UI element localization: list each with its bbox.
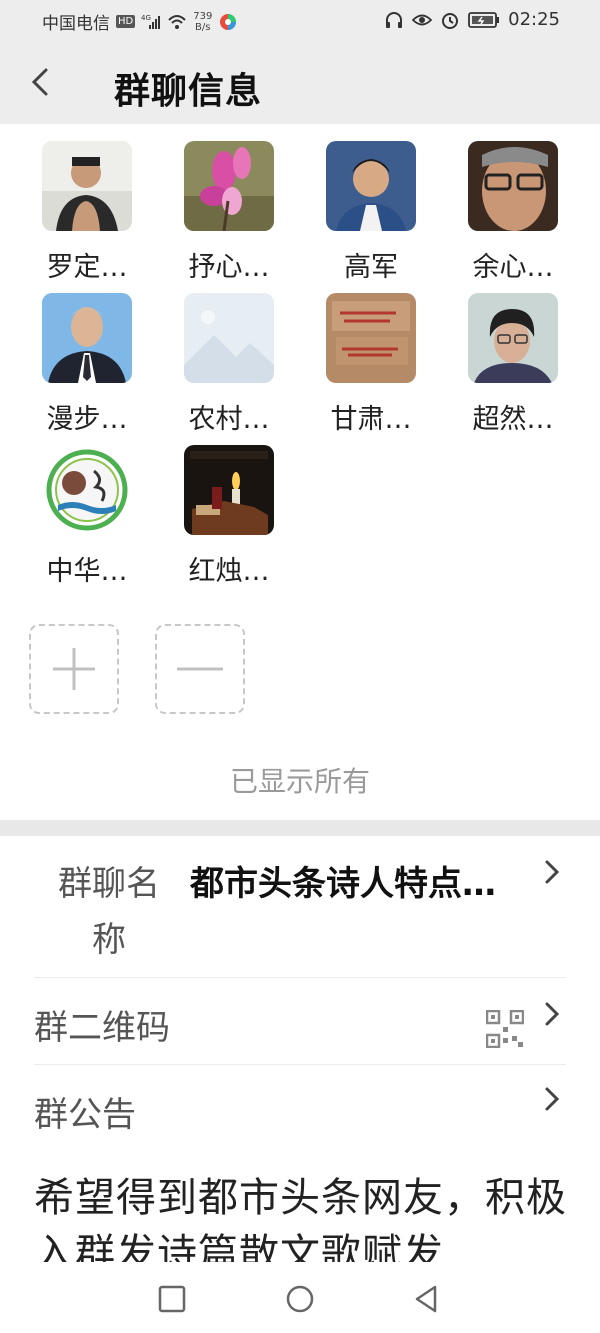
status-left: 中国电信 HD 4G 739 B/s [42,9,238,34]
avatar [42,293,132,383]
member-item[interactable]: 红烛… [174,445,284,588]
member-name: 高军 [344,252,398,283]
calligraphy-photo-icon [326,293,416,383]
member-name: 中华… [46,556,128,587]
member-name: 超然… [472,404,554,435]
chevron-right-icon [545,860,560,884]
net-speed-unit: B/s [195,21,211,33]
headphones-icon [386,11,403,28]
app-notification-icon [220,13,237,30]
member-name: 甘肃… [330,404,412,435]
avatar [184,293,274,383]
member-name: 农村… [188,404,270,435]
avatar [42,445,132,535]
member-item[interactable]: 漫步… [32,293,142,436]
status-right: 02:25 [384,9,560,30]
member-name: 罗定… [46,252,128,283]
man-glasses-photo-icon [468,141,558,231]
clock: 02:25 [508,9,560,30]
add-member-button[interactable] [29,624,119,714]
member-name: 红烛… [188,556,270,587]
member-item[interactable]: 甘肃… [316,293,426,436]
qr-code-icon [486,1010,524,1048]
net-speed-value: 739 [193,10,213,22]
eye-icon [412,14,433,25]
recent-apps-button[interactable] [157,1284,187,1314]
member-item[interactable]: 高军 [316,141,426,284]
alarm-icon [442,12,459,29]
avatar [326,293,416,383]
chevron-left-icon [31,68,48,96]
home-button[interactable] [285,1284,315,1314]
member-name: 抒心… [188,252,270,283]
member-name: 漫步… [46,404,128,435]
signal-icon: 4G [141,14,161,29]
woman-glasses-photo-icon [468,293,558,383]
carrier-label: 中国电信 [42,14,110,34]
group-name-value: 都市头条诗人特点… [190,864,496,904]
battery-icon [468,11,500,28]
member-grid: 罗定… 抒心… 高军 余心… 漫步… 农村… 甘肃… 超然… 中华… 红烛… 已… [0,124,600,820]
avatar [184,445,274,535]
avatar [184,141,274,231]
member-item[interactable]: 农村… [174,293,284,436]
net-speed: 739 B/s [193,11,212,33]
chevron-right-icon [545,1002,560,1026]
member-name: 余心… [472,252,554,283]
plus-icon [53,648,95,690]
man-suit-photo-icon [42,293,132,383]
group-notice-row[interactable]: 群公告 [0,1065,600,1155]
member-item[interactable]: 抒心… [174,141,284,284]
group-qr-label: 群二维码 [34,1008,170,1048]
candle-photo-icon [184,445,274,535]
svg-text:4G: 4G [141,14,151,22]
hd-badge: HD [116,15,136,28]
avatar [468,141,558,231]
young-man-photo-icon [326,141,416,231]
magnolia-photo-icon [184,141,274,231]
placeholder-image-icon [184,293,274,383]
avatar [468,293,558,383]
section-divider [0,820,600,836]
nav-back-button[interactable] [411,1284,441,1314]
remove-member-button[interactable] [155,624,245,714]
show-all-hint: 已显示所有 [229,765,370,798]
member-item[interactable]: 余心… [458,141,568,284]
wifi-icon [168,14,186,29]
page-title: 群聊信息 [114,71,263,112]
group-name-row[interactable]: 群聊名称 都市头条诗人特点… [0,836,600,976]
man-photo-icon [42,141,132,231]
group-notice-label: 群公告 [34,1095,136,1135]
avatar [326,141,416,231]
status-bar: 中国电信 HD 4G 739 B/s 02:25 [0,0,600,40]
back-button[interactable] [24,62,64,102]
member-item[interactable]: 超然… [458,293,568,436]
minus-icon [177,667,223,671]
emblem-logo-icon [42,445,132,535]
member-item[interactable]: 中华… [32,445,142,588]
group-name-label: 群聊名称 [58,864,160,960]
chevron-right-icon [545,1087,560,1111]
avatar [42,141,132,231]
group-qr-row[interactable]: 群二维码 [0,978,600,1064]
system-nav-bar [0,1262,600,1333]
member-item[interactable]: 罗定… [32,141,142,284]
app-header: 群聊信息 [0,40,600,124]
